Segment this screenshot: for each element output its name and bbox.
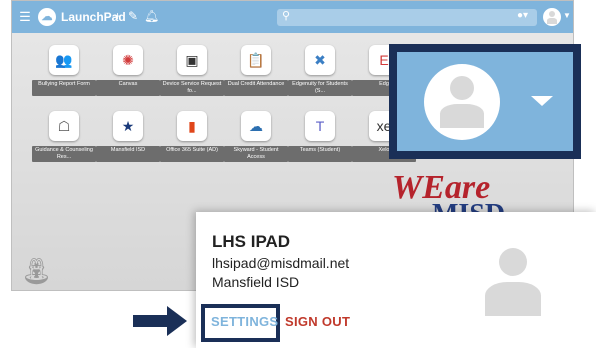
app-tile[interactable]: ✺ Canvas: [96, 45, 160, 96]
counselor-icon: ☖: [49, 111, 79, 141]
chevron-down-icon[interactable]: [531, 96, 553, 106]
star-icon: ★: [113, 111, 143, 141]
app-tile[interactable]: ★ Mansfield ISD: [96, 111, 160, 162]
avatar[interactable]: [543, 8, 561, 26]
office-icon: ▮: [177, 111, 207, 141]
app-tile[interactable]: T Teams (Student): [288, 111, 352, 162]
app-tile[interactable]: ▮ Office 365 Suite (AD): [160, 111, 224, 162]
app-tile-label: Edgenuity for Students (S...: [288, 80, 352, 96]
teams-icon: T: [305, 111, 335, 141]
skyward-icon: ☁: [241, 111, 271, 141]
app-tile[interactable]: 📋 Dual Credit Attendance: [224, 45, 288, 96]
app-tile-label: Device Service Request fo...: [160, 80, 224, 96]
app-tile-label: Dual Credit Attendance: [224, 80, 288, 96]
cloud-icon: ☁: [38, 8, 56, 26]
app-tile-label: Canvas: [96, 80, 160, 96]
app-tile-label: Guidance & Counseling Res...: [32, 146, 96, 162]
canvas-icon: ✺: [113, 45, 143, 75]
app-tile-label: Mansfield ISD: [96, 146, 160, 162]
profile-menu: LHS IPAD lhsipad@misdmail.net Mansfield …: [196, 212, 596, 348]
profile-name: LHS IPAD: [212, 232, 291, 251]
search-icon: ⚲: [282, 10, 291, 22]
app-tile[interactable]: 👥 Bullying Report Form: [32, 45, 96, 96]
menu-icon[interactable]: ☰: [18, 9, 32, 25]
sign-out-button[interactable]: SIGN OUT: [285, 314, 350, 329]
edgenuity-icon: ✖: [305, 45, 335, 75]
app-tile-label: Office 365 Suite (AD): [160, 146, 224, 162]
top-bar: ☰ ☁ LaunchPad + ✎ 🔔︎ ⚲ ●▾ ▼: [12, 1, 573, 33]
profile-organization: Mansfield ISD: [212, 274, 300, 290]
avatar-zoom-callout: [389, 44, 581, 159]
avatar-large[interactable]: [424, 64, 500, 140]
bell-icon[interactable]: 🔔︎: [144, 9, 159, 23]
clipboard-icon: 📋: [241, 45, 271, 75]
app-tile-label: Teams (Student): [288, 146, 352, 162]
app-tile[interactable]: ▣ Device Service Request fo...: [160, 45, 224, 96]
app-tile-label: Skyward - Student Access: [224, 146, 288, 162]
avatar: [481, 248, 545, 318]
computer-icon: ▣: [177, 45, 207, 75]
search-filter-icon[interactable]: ●▾: [517, 10, 528, 21]
add-icon[interactable]: +: [114, 9, 121, 23]
pointer-arrow-icon: [133, 306, 187, 336]
chevron-down-icon[interactable]: ▼: [563, 11, 571, 20]
app-tile[interactable]: ✖ Edgenuity for Students (S...: [288, 45, 352, 96]
settings-button[interactable]: SETTINGS: [211, 314, 278, 329]
app-tile[interactable]: ☁ Skyward - Student Access: [224, 111, 288, 162]
watering-can-icon: ⛲︎: [20, 256, 54, 286]
people-icon: 👥: [49, 45, 79, 75]
app-tile[interactable]: ☖ Guidance & Counseling Res...: [32, 111, 96, 162]
search-input[interactable]: [277, 9, 537, 26]
profile-email: lhsipad@misdmail.net: [212, 255, 350, 271]
app-tile-label: Bullying Report Form: [32, 80, 96, 96]
edit-icon[interactable]: ✎: [128, 9, 138, 23]
